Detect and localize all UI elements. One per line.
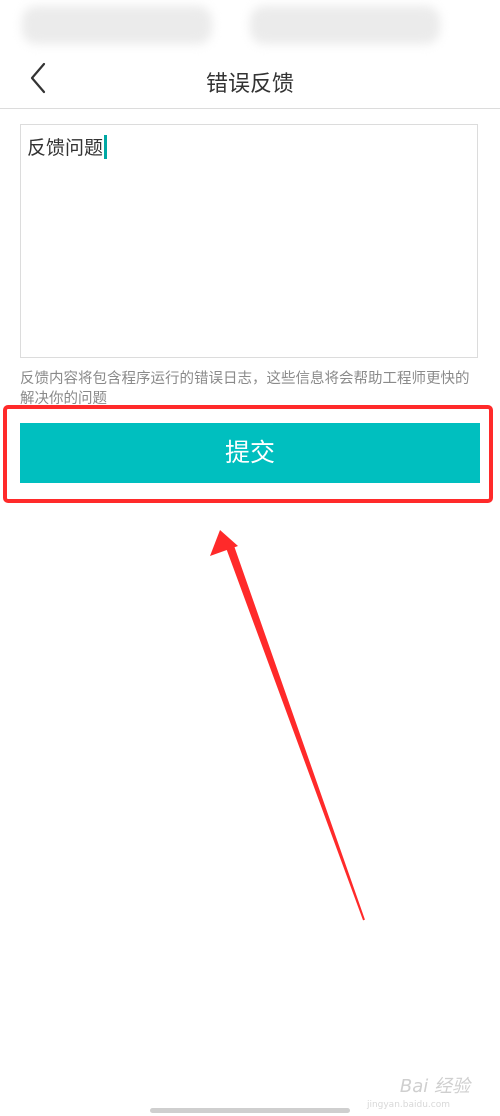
- watermark-url: jingyan.baidu.com: [366, 1100, 450, 1110]
- feedback-hint: 反馈内容将包含程序运行的错误日志，这些信息将会帮助工程师更快的解决你的问题: [20, 371, 470, 407]
- baidu-watermark: Bai 经验: [399, 1076, 470, 1097]
- text-caret: [104, 135, 108, 159]
- submit-button[interactable]: 提交: [20, 423, 480, 483]
- arrow-head: [210, 530, 238, 556]
- feedback-input-value: 反馈问题: [27, 137, 104, 159]
- home-indicator[interactable]: [150, 1108, 350, 1113]
- header-bar: 错误反馈: [0, 50, 500, 109]
- feedback-textarea[interactable]: 反馈问题: [20, 124, 478, 358]
- status-bar-blurred: [0, 0, 500, 50]
- page-title: 错误反馈: [205, 72, 294, 97]
- arrow-shaft: [224, 541, 365, 921]
- feedback-text-wrap: 反馈问题: [27, 135, 108, 161]
